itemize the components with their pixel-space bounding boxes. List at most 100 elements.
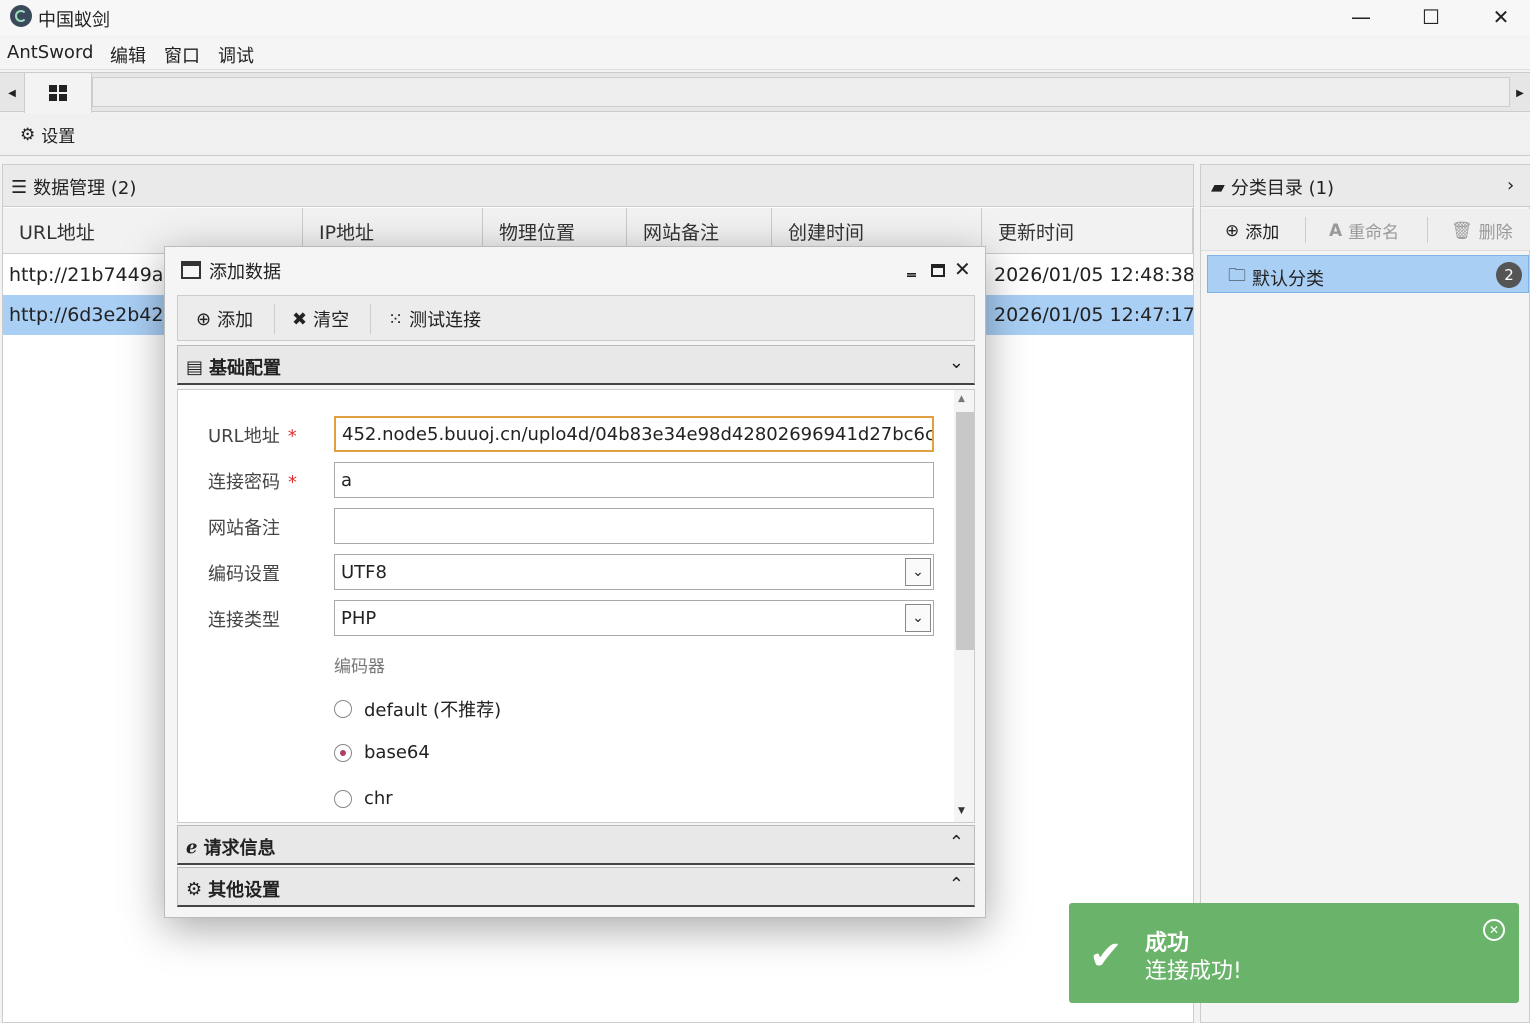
required-mark: * <box>288 472 297 493</box>
encoder-default-label: default (不推荐) <box>364 700 502 721</box>
cogs-icon: ⚙ <box>186 878 203 900</box>
menu-edit[interactable]: 编辑 <box>110 42 146 68</box>
column-updated[interactable]: 更新时间 <box>982 208 1193 254</box>
dialog-maximize-icon[interactable] <box>931 264 945 277</box>
collapse-right-icon[interactable]: › <box>1507 175 1514 196</box>
basic-config-form: URL地址 * 452.node5.buuoj.cn/uplo4d/04b83e3… <box>177 389 975 823</box>
divider <box>274 304 275 334</box>
category-rename-button[interactable]: A 重命名 <box>1329 218 1400 244</box>
section-other-settings[interactable]: ⚙ 其他设置 ⌃ <box>177 867 975 907</box>
encoding-label: 编码设置 <box>208 564 280 585</box>
toast-message: 连接成功! <box>1145 959 1242 984</box>
encoder-base64-radio[interactable]: base64 <box>334 742 430 763</box>
category-delete-button[interactable]: 🗑 删除 <box>1451 218 1513 244</box>
chevron-down-icon: ⌄ <box>905 558 931 586</box>
row-url: http://21b7449a-e <box>9 264 173 286</box>
success-toast: ✔ 成功 连接成功! ✕ <box>1069 903 1519 1003</box>
encoder-chr-radio[interactable]: chr <box>334 788 393 809</box>
encoder-chr-label: chr <box>364 788 393 809</box>
scroll-down-icon[interactable]: ▼ <box>958 806 965 816</box>
dialog-test-connection-button[interactable]: ⁙ 测试连接 <box>388 306 481 332</box>
main-toolbar: ⚙ 设置 <box>0 114 1530 156</box>
divider <box>370 304 371 334</box>
toast-close-icon[interactable]: ✕ <box>1483 919 1505 941</box>
tab-scroll-left-icon[interactable]: ◀ <box>0 73 24 113</box>
category-panel-header: ▰ 分类目录 (1) › <box>1201 165 1530 207</box>
scroll-up-icon[interactable]: ▲ <box>958 394 965 404</box>
dialog-test-label: 测试连接 <box>409 310 482 331</box>
url-label: URL地址 <box>208 426 280 447</box>
category-item-default[interactable]: 🗀 默认分类 2 <box>1207 255 1529 293</box>
note-label: 网站备注 <box>208 518 280 539</box>
dialog-header[interactable]: 添加数据 ‗ ✕ <box>165 247 985 293</box>
menu-debug[interactable]: 调试 <box>218 42 254 68</box>
encoder-base64-label: base64 <box>364 742 430 763</box>
dialog-add-label: 添加 <box>217 310 254 331</box>
type-label: 连接类型 <box>208 610 280 631</box>
folder-open-icon: 🗀 <box>1228 265 1246 286</box>
note-input[interactable] <box>334 508 934 544</box>
title-bar: 中国蚁剑 — ☐ ✕ <box>0 0 1530 36</box>
scrollbar-thumb[interactable] <box>956 412 974 650</box>
radio-circle <box>334 700 352 718</box>
category-add-button[interactable]: ⊕ 添加 <box>1225 218 1280 244</box>
dialog-clear-button[interactable]: ✖ 清空 <box>292 306 349 332</box>
font-icon: A <box>1329 220 1343 241</box>
dialog-clear-label: 清空 <box>313 310 350 331</box>
dialog-minimize-icon[interactable]: ‗ <box>907 257 916 278</box>
chevron-up-icon: ⌃ <box>948 832 964 853</box>
section-basic-label-wrap: ▤ 基础配置 <box>186 354 281 380</box>
section-basic-config[interactable]: ▤ 基础配置 ⌄ <box>177 345 975 385</box>
data-panel-header: ☰ 数据管理 (2) <box>3 165 1193 207</box>
tab-scroll-right-icon[interactable]: ▶ <box>1510 73 1530 113</box>
encoding-select[interactable]: UTF8 ⌄ <box>334 554 934 590</box>
data-panel-title-wrap: ☰ 数据管理 (2) <box>11 174 136 200</box>
row-updated: 2026/01/05 12:48:38 <box>994 264 1193 286</box>
dialog-add-button[interactable]: ⊕ 添加 <box>196 306 253 332</box>
section-request-label-wrap: ℯ 请求信息 <box>186 834 275 860</box>
settings-label: 设置 <box>41 127 76 147</box>
minimize-button[interactable]: — <box>1326 0 1396 34</box>
form-scrollbar[interactable]: ▲ ▼ <box>954 390 974 822</box>
category-title-wrap: ▰ 分类目录 (1) <box>1211 174 1334 200</box>
url-input[interactable]: 452.node5.buuoj.cn/uplo4d/04b83e34e98d42… <box>334 416 934 452</box>
category-panel: ▰ 分类目录 (1) › ⊕ 添加 A 重命名 🗑 删除 🗀 默认分类 2 <box>1200 164 1530 1023</box>
grid-icon <box>49 85 67 101</box>
row-url: http://6d3e2b42-e <box>9 304 173 326</box>
window-title: 中国蚁剑 <box>38 10 110 31</box>
add-data-dialog: 添加数据 ‗ ✕ ⊕ 添加 ✖ 清空 ⁙ 测试连接 ▤ 基础配置 ⌄ URL地址… <box>164 246 986 918</box>
category-rename-label: 重命名 <box>1348 223 1400 243</box>
category-add-label: 添加 <box>1245 223 1280 243</box>
section-request-info[interactable]: ℯ 请求信息 ⌃ <box>177 825 975 865</box>
category-panel-title: 分类目录 (1) <box>1230 178 1335 199</box>
required-mark: * <box>287 426 297 447</box>
count-badge: 2 <box>1496 262 1522 288</box>
maximize-button[interactable]: ☐ <box>1396 0 1466 34</box>
settings-button[interactable]: ⚙ 设置 <box>20 122 76 148</box>
tab-strip <box>92 77 1510 107</box>
menu-window[interactable]: 窗口 <box>164 42 200 68</box>
close-button[interactable]: ✕ <box>1466 0 1530 34</box>
menu-antsword[interactable]: AntSword <box>7 42 93 63</box>
chevron-down-icon: ⌄ <box>948 352 964 373</box>
category-item-label-wrap: 🗀 默认分类 <box>1228 263 1324 293</box>
divider <box>1427 217 1428 243</box>
dialog-close-icon[interactable]: ✕ <box>954 257 971 281</box>
folder-icon: ▰ <box>1211 176 1225 198</box>
file-icon: ▤ <box>186 356 204 378</box>
connection-type-select[interactable]: PHP ⌄ <box>334 600 934 636</box>
divider <box>1305 217 1306 243</box>
antsword-logo-icon <box>10 5 32 27</box>
dialog-title: 添加数据 <box>209 262 281 283</box>
gear-icon: ⚙ <box>20 124 36 145</box>
window-icon <box>181 261 201 279</box>
check-icon: ✔ <box>1089 933 1123 979</box>
password-label-wrap: 连接密码 * <box>208 468 297 494</box>
edge-icon: ℯ <box>186 836 198 858</box>
times-icon: ✖ <box>292 308 308 330</box>
row-updated: 2026/01/05 12:47:17 <box>994 304 1193 326</box>
type-value: PHP <box>341 607 377 629</box>
tab-home[interactable] <box>24 73 92 113</box>
encoder-default-radio[interactable]: default (不推荐) <box>334 696 501 722</box>
password-input[interactable]: a <box>334 462 934 498</box>
